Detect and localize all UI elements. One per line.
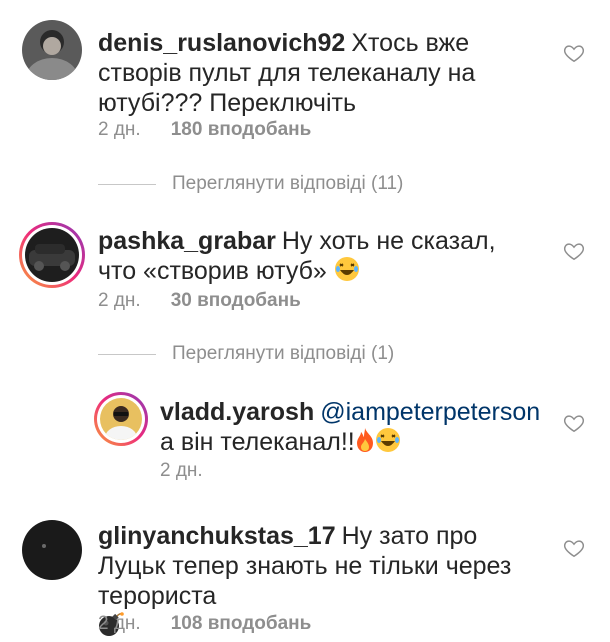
comment-username[interactable]: denis_ruslanovich92 xyxy=(98,29,345,57)
heart-outline-icon[interactable] xyxy=(563,537,585,559)
comment-username[interactable]: glinyanchukstas_17 xyxy=(98,522,336,550)
comment-text: pashka_grabar Ну хоть не сказал, что «ств… xyxy=(98,226,538,286)
comment-meta: 2 дн. 180 вподобань xyxy=(98,119,311,141)
like-count[interactable]: 180 вподобань xyxy=(171,119,312,140)
reply-text: vladd.yarosh @iampeterpeterson а він теле… xyxy=(160,397,540,457)
like-count[interactable]: 30 вподобань xyxy=(171,290,301,311)
comment-username[interactable]: pashka_grabar xyxy=(98,227,276,255)
reply-meta: 2 дн. xyxy=(160,460,203,482)
avatar-denis[interactable] xyxy=(22,20,82,80)
heart-outline-icon[interactable] xyxy=(563,412,585,434)
reply-username[interactable]: vladd.yarosh xyxy=(160,398,314,426)
reply-body: а він телеканал!! xyxy=(160,428,355,456)
heart-outline-icon[interactable] xyxy=(563,240,585,262)
reply-mention[interactable]: @iampeterpeterson xyxy=(320,398,540,426)
comment-meta: 2 дн. 30 вподобань xyxy=(98,290,301,312)
comment-time: 2 дн. xyxy=(98,119,141,140)
avatar-vladd[interactable] xyxy=(94,392,148,446)
comment-time: 2 дн. xyxy=(98,613,141,634)
divider-line xyxy=(98,353,156,355)
laughing-emoji xyxy=(375,428,400,452)
avatar-pashka[interactable] xyxy=(19,222,85,288)
avatar-glinyanchuk[interactable] xyxy=(22,520,82,580)
like-count[interactable]: 108 вподобань xyxy=(171,613,312,634)
view-replies-button[interactable]: Переглянути відповіді (1) xyxy=(98,343,394,365)
laughing-emoji xyxy=(334,257,359,281)
divider-line xyxy=(98,183,156,185)
fire-emoji xyxy=(356,428,373,452)
view-replies-label: Переглянути відповіді (11) xyxy=(172,173,404,194)
heart-outline-icon[interactable] xyxy=(563,42,585,64)
reply-time: 2 дн. xyxy=(160,460,203,481)
comment-time: 2 дн. xyxy=(98,290,141,311)
view-replies-button[interactable]: Переглянути відповіді (11) xyxy=(98,173,403,195)
view-replies-label: Переглянути відповіді (1) xyxy=(172,343,395,364)
comment-meta: 2 дн. 108 вподобань xyxy=(98,613,311,635)
comment-text: denis_ruslanovich92 Хтось вже створів пул… xyxy=(98,28,538,118)
